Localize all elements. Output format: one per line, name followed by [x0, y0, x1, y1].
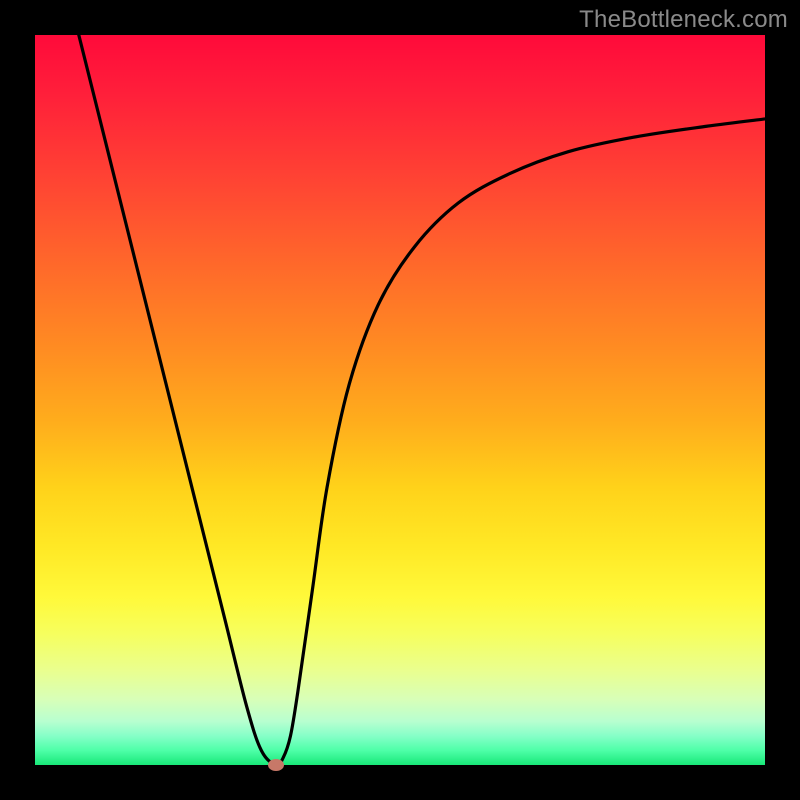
chart-frame: TheBottleneck.com: [0, 0, 800, 800]
watermark-text: TheBottleneck.com: [579, 6, 788, 34]
curve-path: [79, 35, 765, 765]
plot-area: [35, 35, 765, 765]
vertex-marker: [268, 759, 284, 771]
bottleneck-curve: [35, 35, 765, 765]
